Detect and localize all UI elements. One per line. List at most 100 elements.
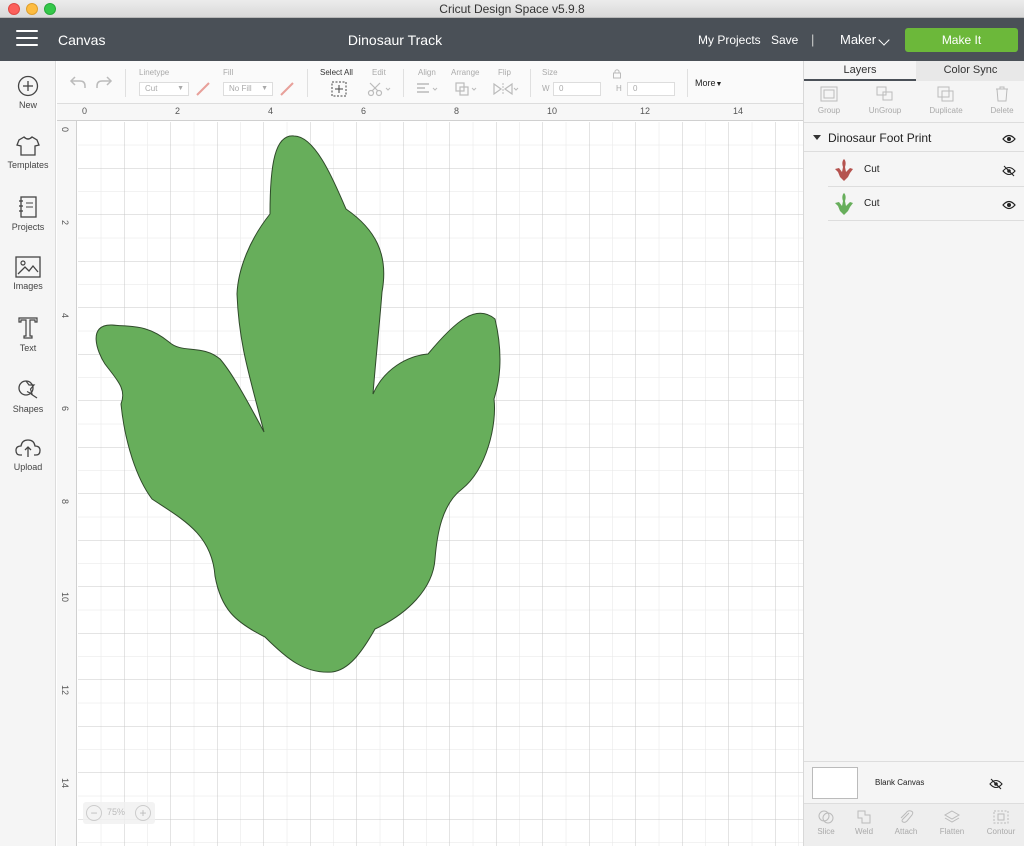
- contour-button[interactable]: Contour: [979, 809, 1023, 836]
- shapes-button[interactable]: Shapes: [0, 377, 56, 433]
- undo-icon[interactable]: [69, 74, 87, 90]
- eye-icon[interactable]: [1002, 134, 1016, 144]
- shapes-icon: [18, 380, 38, 399]
- toolbar-divider: [687, 69, 688, 97]
- duplicate-label: Duplicate: [929, 106, 963, 115]
- align-label: Align: [418, 68, 436, 77]
- layer-row[interactable]: Cut: [828, 187, 1024, 221]
- group-button[interactable]: Group: [804, 85, 854, 115]
- dinosaur-foot-print-shape[interactable]: [57, 104, 803, 846]
- zoom-level: 75%: [107, 807, 126, 817]
- duplicate-button[interactable]: Duplicate: [921, 85, 971, 115]
- height-label: H: [616, 84, 622, 93]
- design-panel: New Templates Projects Images Text Shape…: [0, 61, 56, 846]
- arrange-label: Arrange: [451, 68, 480, 77]
- fill-select[interactable]: No Fill ▼: [223, 82, 273, 96]
- size-label: Size: [542, 68, 558, 77]
- image-icon: [15, 256, 41, 278]
- weld-label: Weld: [854, 827, 874, 836]
- upload-button[interactable]: Upload: [0, 437, 56, 493]
- dropdown-arrow-icon: ▼: [261, 85, 268, 92]
- layer-group-row[interactable]: Dinosaur Foot Print: [804, 124, 1024, 152]
- toolbar-divider: [307, 69, 308, 97]
- new-label: New: [18, 100, 37, 110]
- select-all-icon[interactable]: [331, 81, 347, 97]
- toolbar-divider: [530, 69, 531, 97]
- linetype-label: Linetype: [139, 68, 170, 77]
- lock-icon[interactable]: [612, 68, 622, 79]
- ungroup-button[interactable]: UnGroup: [860, 85, 910, 115]
- redo-icon[interactable]: [95, 74, 113, 90]
- design-canvas[interactable]: 0 2 4 6 8 10 12 14 0 2 4 6 8 10 12 14 − …: [57, 104, 803, 846]
- weld-button[interactable]: Weld: [842, 809, 886, 836]
- width-value: 0: [559, 84, 564, 93]
- blank-canvas-row: Blank Canvas: [804, 761, 1024, 803]
- height-value: 0: [633, 84, 638, 93]
- delete-button[interactable]: Delete: [977, 85, 1024, 115]
- tab-layers[interactable]: Layers: [804, 61, 916, 81]
- projects-button[interactable]: Projects: [0, 195, 56, 251]
- layer-thumbnail-icon: [835, 159, 853, 181]
- scissors-icon[interactable]: [367, 81, 393, 97]
- layer-tools: Group UnGroup Duplicate Delete: [804, 81, 1024, 123]
- edit-label: Edit: [372, 68, 386, 77]
- templates-label: Templates: [7, 160, 49, 170]
- weld-icon: [857, 810, 871, 824]
- caret-down-icon: ▼: [715, 81, 723, 88]
- flip-icon[interactable]: [492, 82, 520, 96]
- layer-row[interactable]: Cut: [828, 153, 1024, 187]
- flatten-label: Flatten: [939, 827, 965, 836]
- shapes-label: Shapes: [12, 404, 44, 414]
- chevron-down-icon[interactable]: [878, 34, 890, 46]
- select-all-label: Select All: [320, 68, 353, 77]
- width-label: W: [542, 84, 550, 93]
- images-button[interactable]: Images: [0, 256, 56, 312]
- more-label: More: [695, 78, 716, 88]
- layer-action-tools: Slice Weld Attach Flatten Contour: [804, 803, 1024, 846]
- cloud-upload-icon: [15, 439, 41, 457]
- save-link[interactable]: Save: [771, 33, 798, 47]
- duplicate-icon: [937, 86, 954, 102]
- tab-color-sync[interactable]: Color Sync: [916, 61, 1024, 81]
- dropdown-arrow-icon: ▼: [177, 85, 184, 92]
- height-input[interactable]: 0: [627, 82, 675, 96]
- width-input[interactable]: 0: [553, 82, 601, 96]
- make-it-button[interactable]: Make It: [905, 28, 1018, 52]
- templates-button[interactable]: Templates: [0, 135, 56, 191]
- caret-down-icon[interactable]: [813, 135, 821, 140]
- fill-value: No Fill: [229, 84, 252, 93]
- zoom-control: − 75% +: [83, 802, 155, 824]
- slice-icon: [818, 810, 834, 824]
- zoom-out-button[interactable]: −: [86, 805, 102, 821]
- eye-icon[interactable]: [1002, 200, 1016, 210]
- header-separator: |: [811, 32, 815, 47]
- new-button[interactable]: New: [0, 75, 56, 131]
- toolbar-divider: [125, 69, 126, 97]
- my-projects-link[interactable]: My Projects: [698, 33, 761, 47]
- fill-color-swatch-icon[interactable]: [279, 81, 295, 97]
- text-button[interactable]: Text: [0, 316, 56, 372]
- linetype-select[interactable]: Cut ▼: [139, 82, 189, 96]
- align-icon[interactable]: [415, 82, 441, 96]
- trash-icon: [996, 86, 1008, 102]
- eye-hidden-icon[interactable]: [1002, 165, 1016, 177]
- text-label: Text: [19, 343, 37, 353]
- images-label: Images: [13, 281, 43, 291]
- attach-label: Attach: [894, 827, 918, 836]
- panel-tabs: Layers Color Sync: [804, 61, 1024, 81]
- zoom-in-button[interactable]: +: [135, 805, 151, 821]
- machine-selector[interactable]: Maker: [840, 32, 876, 47]
- flatten-icon: [943, 810, 961, 823]
- more-menu-button[interactable]: More▼: [695, 78, 722, 88]
- blank-canvas-label: Blank Canvas: [875, 778, 925, 787]
- linetype-color-swatch-icon[interactable]: [195, 81, 211, 97]
- project-name: Dinosaur Track: [347, 32, 443, 48]
- eye-hidden-icon[interactable]: [989, 778, 1003, 790]
- delete-label: Delete: [990, 106, 1014, 115]
- upload-label: Upload: [13, 462, 43, 472]
- flatten-button[interactable]: Flatten: [930, 809, 974, 836]
- canvas-color-swatch[interactable]: [812, 767, 858, 799]
- plus-circle-icon: [17, 75, 39, 97]
- attach-button[interactable]: Attach: [884, 809, 928, 836]
- arrange-icon[interactable]: [454, 82, 480, 96]
